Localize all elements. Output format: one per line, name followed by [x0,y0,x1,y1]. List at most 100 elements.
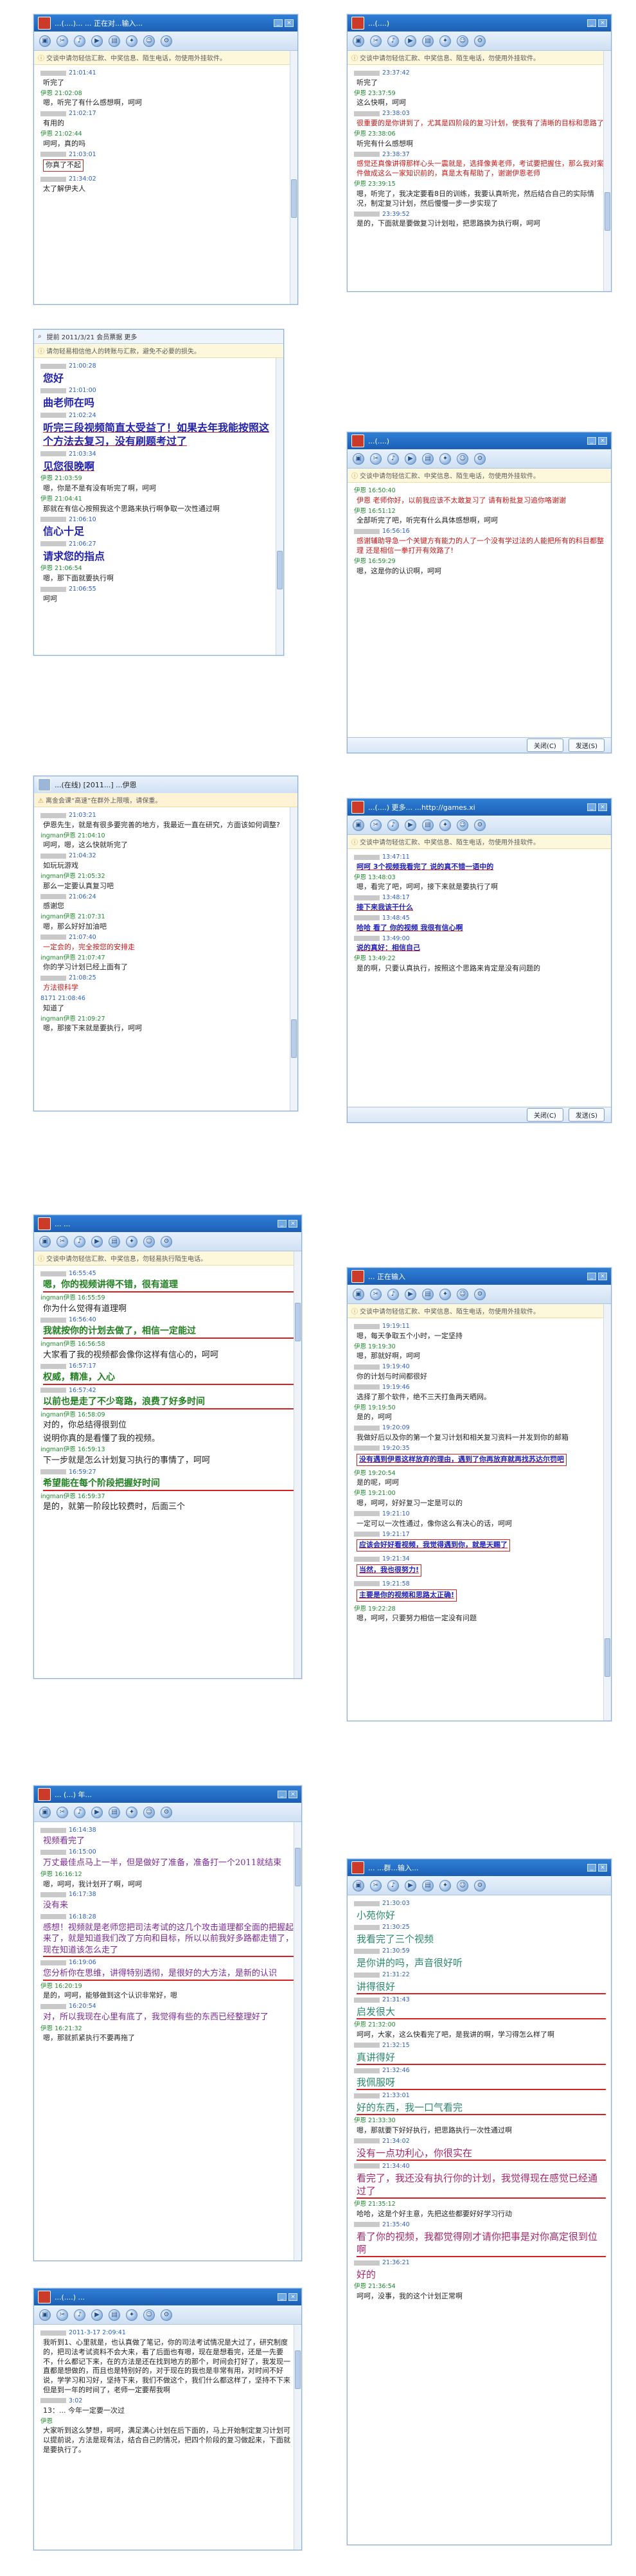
app-icon[interactable]: ✦ [439,819,451,831]
gear-icon[interactable]: ⚙ [474,452,486,465]
emoji-icon[interactable]: ☺ [457,35,468,47]
app-icon[interactable]: ✦ [126,35,137,47]
scissors-icon[interactable]: ✂ [57,2309,68,2321]
voice-icon[interactable]: ♪ [74,2309,85,2321]
app-icon[interactable]: ✦ [126,2309,137,2321]
scrollbar[interactable] [603,1304,611,1721]
photo-icon[interactable]: ▣ [353,452,364,465]
title-bar[interactable]: ... ... _ × [34,1215,301,1232]
scrollbar[interactable] [294,2325,301,2550]
search-icon[interactable]: ⌕ [38,333,42,340]
video-icon[interactable]: ▶ [405,35,416,47]
photo-icon[interactable]: ▣ [39,35,51,47]
minimize-icon[interactable]: _ [587,437,596,445]
minimize-icon[interactable]: _ [587,1864,596,1872]
title-bar[interactable]: ...(....)... ... 正在对...输入... _ × [34,15,297,31]
gear-icon[interactable]: ⚙ [474,1879,486,1892]
scissors-icon[interactable]: ✂ [370,452,382,465]
scrollbar[interactable] [603,51,611,291]
file-icon[interactable]: ▤ [109,35,120,47]
close-button[interactable]: 关闭(C) [527,738,563,752]
close-icon[interactable]: × [598,1273,607,1280]
emoji-icon[interactable]: ☺ [143,35,155,47]
file-icon[interactable]: ▤ [422,819,434,831]
scrollbar[interactable] [290,51,297,304]
scissors-icon[interactable]: ✂ [370,819,382,831]
gear-icon[interactable]: ⚙ [474,1288,486,1300]
file-icon[interactable]: ▤ [422,1879,434,1892]
close-icon[interactable]: × [598,1864,607,1872]
gear-icon[interactable]: ⚙ [474,35,486,47]
file-icon[interactable]: ▤ [109,1235,120,1248]
scissors-icon[interactable]: ✂ [57,1235,68,1248]
voice-icon[interactable]: ♪ [74,1235,85,1248]
title-bar[interactable]: ...(....) _ × [348,433,611,449]
photo-icon[interactable]: ▣ [353,1879,364,1892]
scrollbar[interactable] [294,1251,301,1678]
scrollbar[interactable] [290,807,297,1111]
close-icon[interactable]: × [288,1220,297,1228]
title-bar[interactable]: ... 正在输入 _ × [348,1268,611,1285]
scissors-icon[interactable]: ✂ [57,1806,68,1818]
scissors-icon[interactable]: ✂ [57,35,68,47]
emoji-icon[interactable]: ☺ [143,2309,155,2321]
app-icon[interactable]: ✦ [439,1879,451,1892]
voice-icon[interactable]: ♪ [387,819,399,831]
voice-icon[interactable]: ♪ [387,35,399,47]
close-icon[interactable]: × [598,19,607,27]
video-icon[interactable]: ▶ [405,452,416,465]
gear-icon[interactable]: ⚙ [161,35,172,47]
close-icon[interactable]: × [288,2293,297,2301]
title-bar[interactable]: ...(在线) [2011...] ...伊恩 [34,776,297,793]
minimize-icon[interactable]: _ [278,2293,287,2301]
minimize-icon[interactable]: _ [278,1220,287,1228]
send-button[interactable]: 发送(S) [568,738,605,752]
emoji-icon[interactable]: ☺ [457,452,468,465]
gear-icon[interactable]: ⚙ [474,819,486,831]
app-icon[interactable]: ✦ [439,452,451,465]
scissors-icon[interactable]: ✂ [370,35,382,47]
video-icon[interactable]: ▶ [405,1288,416,1300]
title-bar[interactable]: ...(....) ... _ × [34,2289,301,2305]
scrollbar[interactable] [294,1822,301,2260]
photo-icon[interactable]: ▣ [353,1288,364,1300]
video-icon[interactable]: ▶ [91,1235,103,1248]
video-icon[interactable]: ▶ [91,2309,103,2321]
emoji-icon[interactable]: ☺ [457,819,468,831]
app-icon[interactable]: ✦ [126,1235,137,1248]
video-icon[interactable]: ▶ [405,819,416,831]
gear-icon[interactable]: ⚙ [161,2309,172,2321]
voice-icon[interactable]: ♪ [387,1288,399,1300]
minimize-icon[interactable]: _ [587,19,596,27]
minimize-icon[interactable]: _ [587,803,596,811]
minimize-icon[interactable]: _ [274,19,283,27]
video-icon[interactable]: ▶ [91,1806,103,1818]
emoji-icon[interactable]: ☺ [143,1806,155,1818]
close-button[interactable]: 关闭(C) [527,1108,563,1122]
scrollbar[interactable] [276,358,283,655]
photo-icon[interactable]: ▣ [39,2309,51,2321]
photo-icon[interactable]: ▣ [39,1806,51,1818]
file-icon[interactable]: ▤ [422,1288,434,1300]
photo-icon[interactable]: ▣ [39,1235,51,1248]
close-icon[interactable]: × [288,1791,297,1798]
emoji-icon[interactable]: ☺ [457,1879,468,1892]
title-bar[interactable]: ... ...群...输入... _ × [348,1859,611,1876]
photo-icon[interactable]: ▣ [353,819,364,831]
title-bar[interactable]: ...(....) 更多... ...http://games.xi _ × [348,799,611,816]
gear-icon[interactable]: ⚙ [161,1806,172,1818]
voice-icon[interactable]: ♪ [387,452,399,465]
title-bar[interactable]: ... (...) 年... _ × [34,1786,301,1803]
file-icon[interactable]: ▤ [109,1806,120,1818]
close-icon[interactable]: × [598,803,607,811]
scissors-icon[interactable]: ✂ [370,1288,382,1300]
photo-icon[interactable]: ▣ [353,35,364,47]
file-icon[interactable]: ▤ [422,452,434,465]
app-icon[interactable]: ✦ [439,35,451,47]
voice-icon[interactable]: ♪ [387,1879,399,1892]
file-icon[interactable]: ▤ [109,2309,120,2321]
close-icon[interactable]: × [285,19,294,27]
emoji-icon[interactable]: ☺ [457,1288,468,1300]
voice-icon[interactable]: ♪ [74,35,85,47]
file-icon[interactable]: ▤ [422,35,434,47]
